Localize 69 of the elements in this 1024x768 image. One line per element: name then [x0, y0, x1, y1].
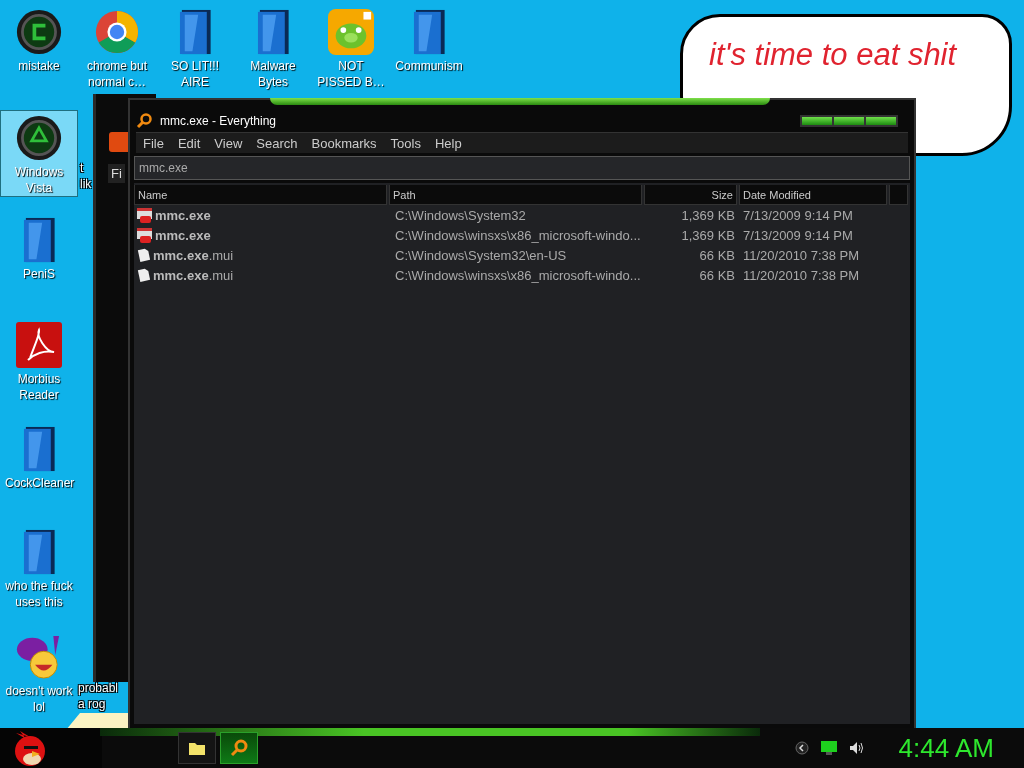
book-icon — [178, 9, 212, 55]
file-name: mmc.exe.mui — [153, 247, 234, 263]
icon-label: doesn't work lol — [5, 683, 73, 715]
column-header[interactable]: Date Modified — [739, 185, 887, 205]
menu-item[interactable]: View — [207, 135, 250, 151]
menu-item[interactable]: Edit — [170, 135, 208, 151]
column-header[interactable]: Path — [389, 185, 642, 205]
app-icon — [109, 132, 131, 152]
pig-icon — [328, 9, 374, 55]
date-modified: 7/13/2009 9:14 PM — [742, 227, 854, 243]
file-size: 1,369 KB — [680, 227, 736, 243]
file-icon — [137, 248, 150, 262]
monitor-icon[interactable] — [820, 741, 837, 755]
icon-label: Communism — [395, 58, 463, 74]
file-name: mmc.exe — [155, 207, 211, 223]
file-icon — [137, 268, 150, 282]
column-header[interactable]: Name — [134, 185, 387, 205]
icon-label: PeniS — [23, 266, 55, 282]
file-path: C:\Windows\winsxs\x86_microsoft-windo... — [394, 227, 642, 243]
program-icon — [137, 227, 152, 243]
program-icon — [137, 207, 152, 223]
menu-item[interactable]: Tools — [383, 135, 428, 151]
taskbar-button[interactable] — [178, 732, 216, 764]
window-title: mmc.exe - Everything — [160, 114, 277, 128]
book-icon — [22, 426, 56, 472]
book-icon — [412, 9, 446, 55]
disc-icon — [16, 115, 62, 161]
file-name: mmc.exe.mui — [153, 267, 234, 283]
icon-label: mistake — [18, 58, 60, 74]
clock[interactable]: 4:44 AM — [898, 732, 994, 764]
icon-label: Windows Vista — [13, 164, 65, 196]
round-logo-icon — [94, 9, 140, 55]
date-modified: 7/13/2009 9:14 PM — [742, 207, 854, 223]
icon-label: who the fuck uses this — [5, 578, 73, 610]
column-header[interactable]: Size — [644, 185, 737, 205]
search-icon — [136, 113, 152, 129]
book-icon — [256, 9, 290, 55]
icon-label: SO LIT!!! AIRE — [170, 58, 220, 90]
file-size: 1,369 KB — [680, 207, 736, 223]
menu-item[interactable]: Bookmarks — [304, 135, 384, 151]
folder-icon — [188, 740, 206, 756]
icon-label: Malware Bytes — [249, 58, 297, 90]
document-icon — [16, 322, 62, 368]
chevron-icon[interactable] — [794, 741, 809, 755]
file-size: 66 KB — [698, 267, 736, 283]
book-icon — [22, 217, 56, 263]
file-path: C:\Windows\winsxs\x86_microsoft-windo... — [394, 267, 642, 283]
menu-item[interactable]: Fi — [108, 164, 125, 183]
icon-label: Morbius Reader — [16, 371, 62, 403]
bubble-text: it's time to eat shit — [709, 36, 958, 74]
icon-label: chrome but normal c… — [86, 58, 148, 90]
file-name: mmc.exe — [155, 227, 211, 243]
icon-label: t lik — [80, 160, 93, 192]
speaker-icon[interactable] — [848, 741, 865, 755]
icon-label: CockCleaner — [5, 475, 73, 491]
menu-item[interactable]: Help — [427, 135, 469, 151]
file-size: 66 KB — [698, 247, 736, 263]
date-modified: 11/20/2010 7:38 PM — [742, 247, 861, 263]
book-icon — [22, 529, 56, 575]
menu-item[interactable]: File — [136, 135, 171, 151]
date-modified: 11/20/2010 7:38 PM — [742, 267, 861, 283]
search-icon — [229, 739, 249, 757]
disc-icon — [16, 9, 62, 55]
icon-label: probabl a rog — [78, 680, 120, 712]
file-path: C:\Windows\System32\en-US — [394, 247, 568, 263]
file-path: C:\Windows\System32 — [394, 207, 527, 223]
menu-item[interactable]: Search — [249, 135, 305, 151]
search-field[interactable]: mmc.exe — [134, 156, 910, 180]
icon-label: NOT PISSED B… — [317, 58, 385, 90]
